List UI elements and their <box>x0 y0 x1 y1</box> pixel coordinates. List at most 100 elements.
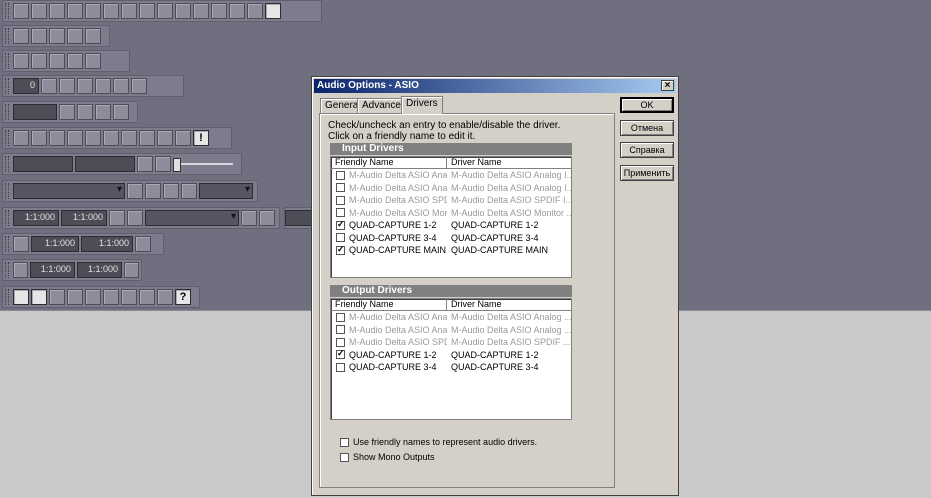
open-folder-icon[interactable] <box>31 289 47 305</box>
driver-enable-checkbox[interactable] <box>336 337 345 347</box>
toolbar-grip[interactable] <box>5 104 9 120</box>
toolbar-button[interactable] <box>95 78 111 94</box>
column-driver-name[interactable]: Driver Name <box>447 157 571 168</box>
driver-enable-checkbox[interactable] <box>336 312 345 322</box>
toolbar-button[interactable] <box>127 183 143 199</box>
toolbar-button[interactable] <box>121 3 137 19</box>
dialog-titlebar[interactable]: Audio Options - ASIO × <box>314 79 676 93</box>
driver-enable-checkbox[interactable] <box>336 350 345 360</box>
toolbar-combo[interactable] <box>13 183 125 199</box>
list-item[interactable]: M-Audio Delta ASIO Anal... M-Audio Delta … <box>331 182 571 195</box>
toolbar-button[interactable] <box>59 78 75 94</box>
toolbar-button[interactable] <box>131 78 147 94</box>
toolbar-button[interactable] <box>12 262 28 278</box>
toolbar-button[interactable] <box>31 28 47 44</box>
toolbar-button[interactable] <box>229 3 245 19</box>
list-item[interactable]: M-Audio Delta ASIO Anal... M-Audio Delta … <box>331 311 571 324</box>
toolbar-button[interactable] <box>113 104 129 120</box>
toolbar-grip[interactable] <box>5 236 9 252</box>
list-item[interactable]: QUAD-CAPTURE 1-2 QUAD-CAPTURE 1-2 <box>331 219 571 232</box>
toolbar-button[interactable] <box>103 289 119 305</box>
volume-slider[interactable] <box>173 156 233 172</box>
input-drivers-list[interactable]: Friendly Name Driver Name M-Audio Delta … <box>330 156 572 278</box>
list-item[interactable]: M-Audio Delta ASIO SPD... M-Audio Delta A… <box>331 336 571 349</box>
toolbar-combo[interactable] <box>145 210 239 226</box>
toolbar-button[interactable] <box>135 236 151 252</box>
toolbar-button[interactable] <box>41 78 57 94</box>
friendly-name-cell[interactable]: M-Audio Delta ASIO Anal... <box>331 325 447 335</box>
list-item[interactable]: M-Audio Delta ASIO Anal... M-Audio Delta … <box>331 169 571 182</box>
toolbar-button[interactable] <box>31 3 47 19</box>
friendly-names-checkbox[interactable] <box>340 437 349 447</box>
toolbar-button[interactable] <box>145 183 161 199</box>
toolbar-grip[interactable] <box>5 156 9 172</box>
friendly-name-cell[interactable]: M-Audio Delta ASIO SPD... <box>331 195 447 205</box>
toolbar-grip[interactable] <box>5 53 9 69</box>
toolbar-grip[interactable] <box>5 130 9 146</box>
toolbar-button[interactable] <box>77 78 93 94</box>
toolbar-button[interactable] <box>49 289 65 305</box>
toolbar-button[interactable] <box>67 289 83 305</box>
toolbar-button[interactable] <box>121 130 137 146</box>
toolbar-button[interactable] <box>241 210 257 226</box>
toolbar-button[interactable] <box>157 289 173 305</box>
toolbar-button[interactable] <box>31 53 47 69</box>
alert-icon[interactable]: ! <box>193 130 209 146</box>
toolbar-field[interactable] <box>13 104 57 120</box>
friendly-names-option[interactable]: Use friendly names to represent audio dr… <box>340 437 537 447</box>
toolbar-button[interactable] <box>13 3 29 19</box>
help-button[interactable]: Справка <box>620 142 674 158</box>
toolbar-button[interactable] <box>113 78 129 94</box>
output-drivers-list[interactable]: Friendly Name Driver Name M-Audio Delta … <box>330 298 572 420</box>
toolbar-button[interactable] <box>85 28 101 44</box>
toolbar-button[interactable] <box>124 262 140 278</box>
toolbar-grip[interactable] <box>5 262 9 278</box>
toolbar-button[interactable] <box>139 289 155 305</box>
column-friendly-name[interactable]: Friendly Name <box>331 299 447 310</box>
toolbar-combo[interactable] <box>199 183 253 199</box>
friendly-name-cell[interactable]: QUAD-CAPTURE 3-4 <box>331 362 447 372</box>
help-question-icon[interactable]: ? <box>175 289 191 305</box>
toolbar-button[interactable] <box>85 3 101 19</box>
list-item[interactable]: QUAD-CAPTURE MAIN QUAD-CAPTURE MAIN <box>331 244 571 257</box>
toolbar-button[interactable] <box>103 130 119 146</box>
toolbar-button[interactable] <box>139 130 155 146</box>
toolbar-button[interactable] <box>49 130 65 146</box>
time-field[interactable]: 1:1:000 <box>61 210 107 226</box>
friendly-name-cell[interactable]: QUAD-CAPTURE 1-2 <box>331 220 447 230</box>
toolbar-button[interactable] <box>13 236 29 252</box>
toolbar-button[interactable] <box>127 210 143 226</box>
toolbar-button[interactable] <box>157 3 173 19</box>
toolbar-button[interactable] <box>85 53 101 69</box>
cancel-button[interactable]: Отмена <box>620 120 674 136</box>
list-item[interactable]: QUAD-CAPTURE 3-4 QUAD-CAPTURE 3-4 <box>331 232 571 245</box>
toolbar-button[interactable] <box>137 156 153 172</box>
toolbar-button[interactable] <box>49 3 65 19</box>
toolbar-button[interactable] <box>139 3 155 19</box>
tab-drivers[interactable]: Drivers <box>401 96 443 114</box>
driver-enable-checkbox[interactable] <box>336 233 345 243</box>
time-field[interactable]: 1:1:000 <box>13 210 59 226</box>
time-field[interactable]: 1:1:000 <box>31 236 79 252</box>
toolbar-button[interactable] <box>85 130 101 146</box>
friendly-name-cell[interactable]: M-Audio Delta ASIO Anal... <box>331 312 447 322</box>
toolbar-button[interactable] <box>49 28 65 44</box>
friendly-name-cell[interactable]: M-Audio Delta ASIO Anal... <box>331 183 447 193</box>
mono-outputs-checkbox[interactable] <box>340 452 349 462</box>
toolbar-button[interactable] <box>13 53 29 69</box>
toolbar-button[interactable] <box>265 3 281 19</box>
column-friendly-name[interactable]: Friendly Name <box>331 157 447 168</box>
toolbar-button[interactable] <box>13 28 29 44</box>
driver-enable-checkbox[interactable] <box>336 195 345 205</box>
driver-enable-checkbox[interactable] <box>336 362 345 372</box>
toolbar-button[interactable] <box>67 3 83 19</box>
friendly-name-cell[interactable]: QUAD-CAPTURE 3-4 <box>331 233 447 243</box>
toolbar-button[interactable] <box>67 130 83 146</box>
driver-enable-checkbox[interactable] <box>336 170 345 180</box>
toolbar-button[interactable] <box>77 104 93 120</box>
toolbar-button[interactable] <box>121 289 137 305</box>
toolbar-button[interactable] <box>109 210 125 226</box>
toolbar-button[interactable] <box>49 53 65 69</box>
toolbar-button[interactable] <box>163 183 179 199</box>
mono-outputs-option[interactable]: Show Mono Outputs <box>340 452 435 462</box>
